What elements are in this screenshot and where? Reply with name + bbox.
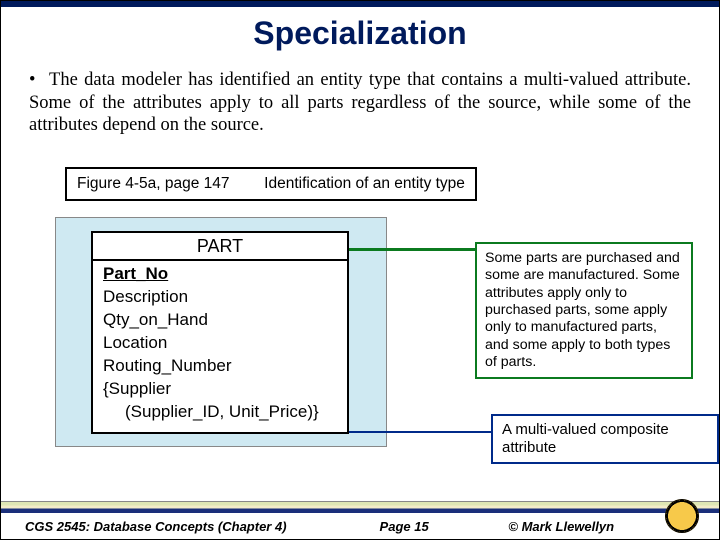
body-paragraph: • The data modeler has identified an ent… [29, 69, 691, 137]
callout-explanation: Some parts are purchased and some are ma… [475, 242, 693, 379]
bullet-icon: • [29, 69, 43, 92]
callout-multivalued: A multi-valued composite attribute [491, 414, 719, 464]
footer: CGS 2545: Database Concepts (Chapter 4) … [1, 501, 719, 539]
slide-title: Specialization [1, 15, 719, 52]
footer-page: Page 15 [320, 519, 489, 534]
entity-attr: Qty_on_Hand [103, 309, 337, 332]
figure-caption: Identification of an entity type [264, 175, 465, 192]
footer-decor [1, 501, 719, 511]
callout-connector-2 [349, 431, 491, 433]
entity-box: PART Part_No Description Qty_on_Hand Loc… [91, 231, 349, 434]
slide: Specialization • The data modeler has id… [0, 0, 720, 540]
entity-multivalued-outer: {Supplier [103, 378, 337, 401]
top-rule [1, 1, 719, 7]
callout-connector [349, 248, 475, 251]
figure-label-box: Figure 4-5a, page 147 Identification of … [65, 167, 477, 201]
entity-attributes: Part_No Description Qty_on_Hand Location… [93, 259, 347, 432]
footer-course: CGS 2545: Database Concepts (Chapter 4) [1, 519, 320, 534]
entity-name: PART [93, 233, 347, 259]
entity-attr: Location [103, 332, 337, 355]
entity-pk: Part_No [103, 263, 337, 286]
body-text: The data modeler has identified an entit… [29, 70, 691, 135]
entity-attr: Routing_Number [103, 355, 337, 378]
figure-ref: Figure 4-5a, page 147 [77, 175, 230, 192]
entity-multivalued-inner: (Supplier_ID, Unit_Price)} [103, 401, 337, 424]
ucf-logo-icon [665, 499, 699, 533]
entity-attr: Description [103, 286, 337, 309]
